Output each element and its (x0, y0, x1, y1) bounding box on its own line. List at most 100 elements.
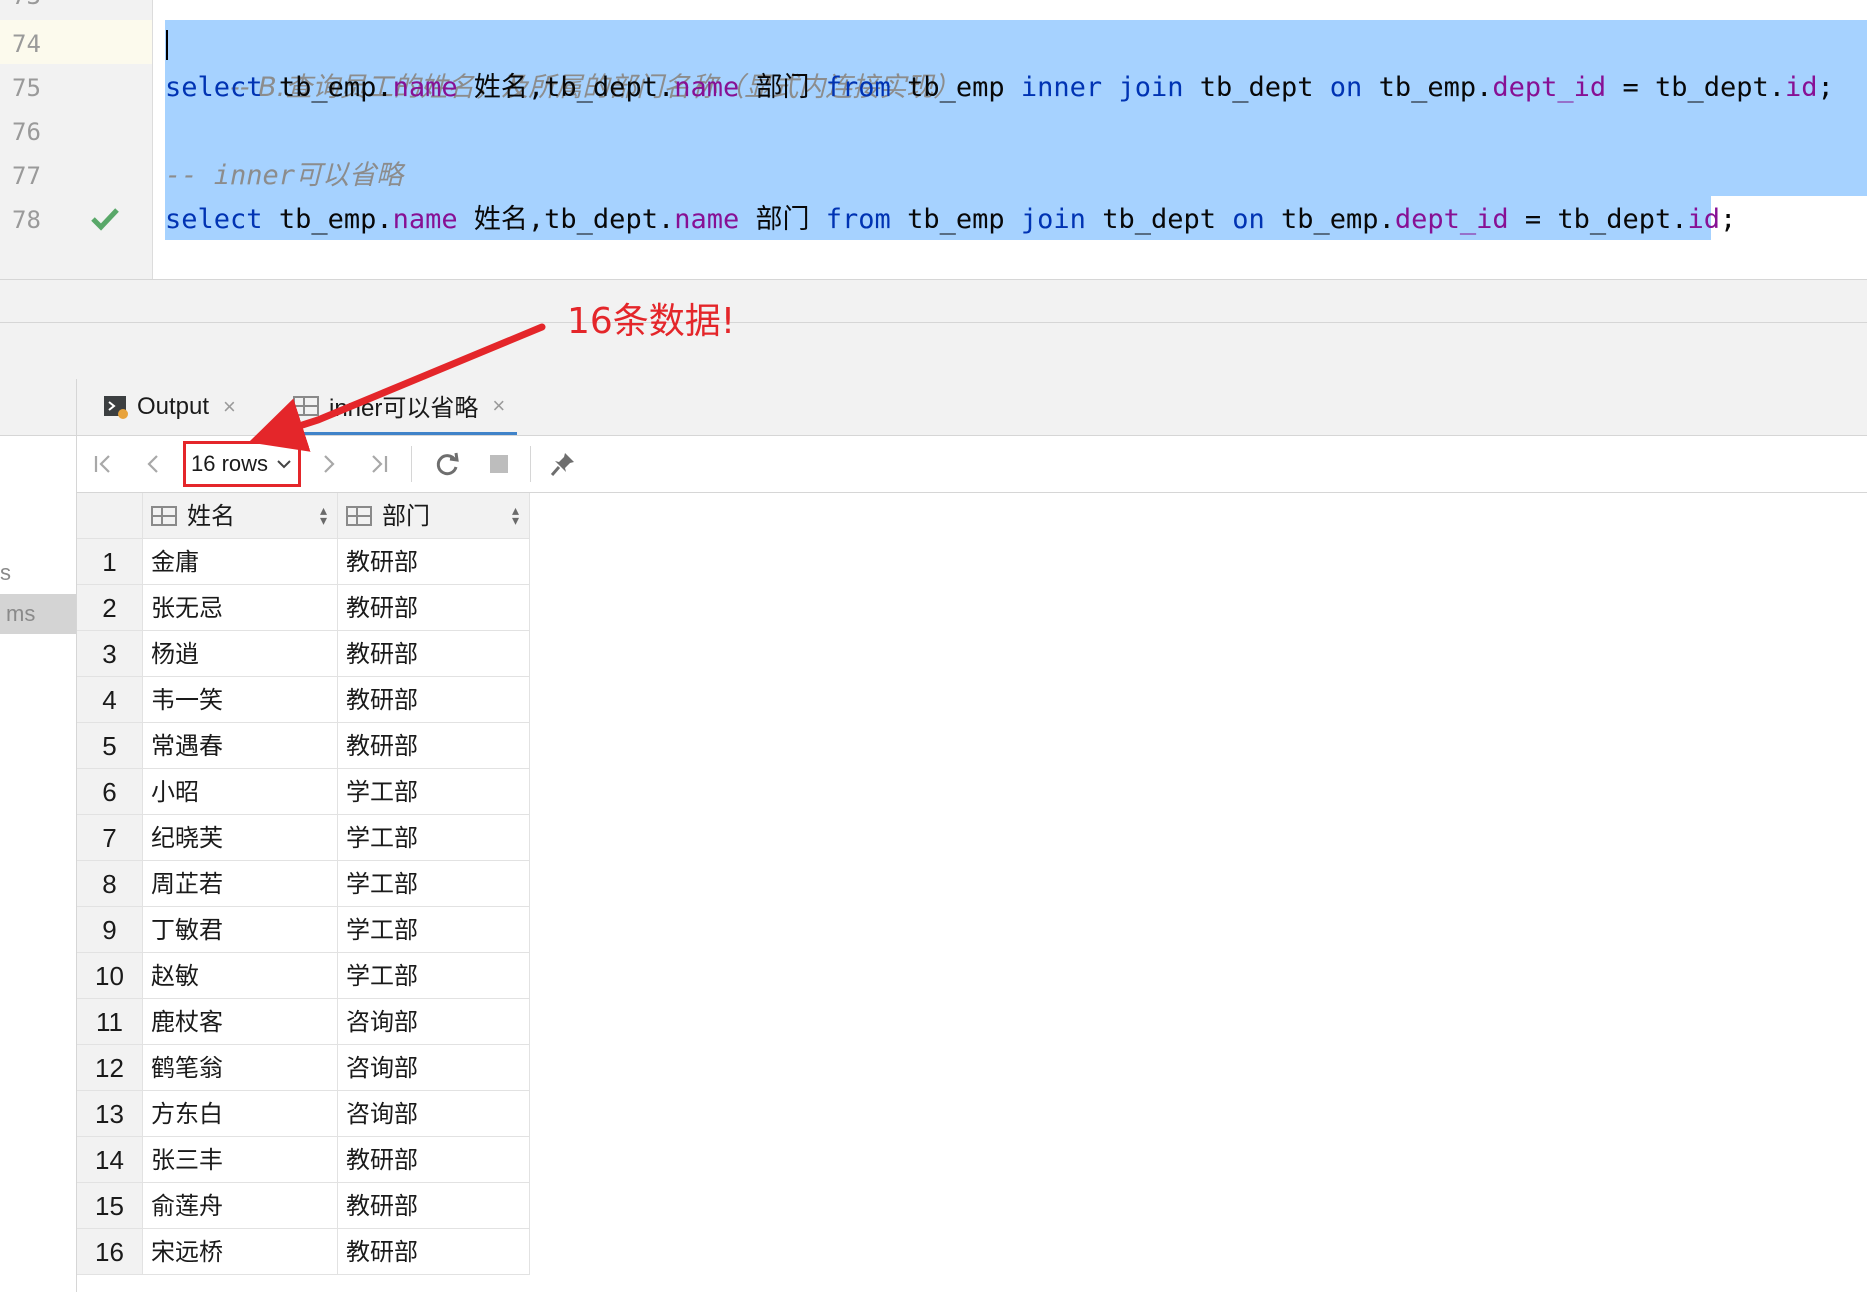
sort-icon[interactable]: ▴ ▾ (320, 504, 327, 528)
dept-cell[interactable]: 教研部 (338, 1137, 530, 1183)
name-cell[interactable]: 张三丰 (143, 1137, 338, 1183)
dept-cell[interactable]: 咨询部 (338, 999, 530, 1045)
next-page-button[interactable] (309, 436, 349, 492)
line-number: 76 (12, 118, 41, 146)
last-page-icon (372, 455, 388, 473)
sql-editor[interactable]: 73 74 75 76 77 78 -- B.查询员工的姓名，及所属的部门名称（… (0, 0, 1867, 279)
pin-icon (550, 453, 574, 476)
prev-page-button[interactable] (133, 436, 173, 492)
execution-success-check-icon (91, 208, 119, 231)
sql-token: tb_emp. (1378, 72, 1493, 103)
pin-tab-button[interactable] (543, 436, 583, 492)
splitter-line (0, 322, 1867, 323)
dept-cell[interactable]: 学工部 (338, 769, 530, 815)
dept-cell[interactable]: 教研部 (338, 631, 530, 677)
name-cell[interactable]: 纪晓芙 (143, 815, 338, 861)
name-cell[interactable]: 韦一笑 (143, 677, 338, 723)
first-page-icon (94, 455, 110, 473)
row-number-cell: 11 (77, 999, 143, 1045)
sql-token: ,tb_dept. (527, 204, 675, 235)
close-tab-icon[interactable]: × (492, 393, 505, 419)
row-number-cell: 12 (77, 1045, 143, 1091)
sql-table: tb_dept (1654, 72, 1769, 103)
sort-icon[interactable]: ▴ ▾ (512, 504, 519, 528)
row-number-cell: 3 (77, 631, 143, 677)
sql-field: id (1785, 72, 1818, 103)
gutter-divider (152, 0, 153, 279)
sql-keyword: join (1020, 204, 1086, 235)
column-header-dept[interactable]: 部门 ▴ ▾ (338, 493, 530, 539)
sql-keyword: select (165, 204, 263, 235)
name-cell[interactable]: 杨逍 (143, 631, 338, 677)
row-number-cell: 4 (77, 677, 143, 723)
dept-cell[interactable]: 教研部 (338, 1183, 530, 1229)
name-cell[interactable]: 方东白 (143, 1091, 338, 1137)
dept-cell[interactable]: 教研部 (338, 539, 530, 585)
sql-alias: 部门 (755, 72, 810, 103)
dept-cell[interactable]: 学工部 (338, 907, 530, 953)
sql-table: tb_emp (907, 72, 1005, 103)
row-number-cell: 8 (77, 861, 143, 907)
name-cell[interactable]: 周芷若 (143, 861, 338, 907)
name-cell[interactable]: 金庸 (143, 539, 338, 585)
row-number-cell: 9 (77, 907, 143, 953)
left-dock-selected-item[interactable]: ms (0, 594, 76, 634)
sql-token: tb_emp. (1281, 204, 1395, 235)
sql-field: name (392, 204, 458, 235)
sql-table: tb_dept (1557, 204, 1672, 235)
dept-cell[interactable]: 教研部 (338, 1229, 530, 1275)
name-cell[interactable]: 宋远桥 (143, 1229, 338, 1275)
dept-cell[interactable]: 学工部 (338, 861, 530, 907)
stop-icon (490, 455, 508, 473)
sql-token: tb_emp. (278, 72, 393, 103)
sql-token: tb_emp. (278, 204, 393, 235)
sql-field: dept_id (1492, 72, 1607, 103)
sql-keyword: on (1232, 204, 1265, 235)
column-header-name[interactable]: 姓名 ▴ ▾ (143, 493, 338, 539)
name-cell[interactable]: 小昭 (143, 769, 338, 815)
dept-cell[interactable]: 咨询部 (338, 1091, 530, 1137)
dept-cell[interactable]: 教研部 (338, 585, 530, 631)
refresh-button[interactable] (427, 436, 467, 492)
last-page-button[interactable] (359, 436, 399, 492)
name-cell[interactable]: 赵敏 (143, 953, 338, 999)
name-cell[interactable]: 丁敏君 (143, 907, 338, 953)
dept-cell[interactable]: 学工部 (338, 953, 530, 999)
dept-cell[interactable]: 教研部 (338, 677, 530, 723)
toolbar-separator (530, 446, 531, 482)
panel-splitter[interactable] (0, 279, 1867, 381)
sql-token: ; (1720, 204, 1737, 235)
name-cell[interactable]: 鹤笔翁 (143, 1045, 338, 1091)
left-tool-dock (0, 379, 77, 1292)
row-number-cell: 16 (77, 1229, 143, 1275)
code-line-74: -- B.查询员工的姓名，及所属的部门名称（显式内连接实现） (165, 22, 960, 103)
sql-token: ,tb_dept. (527, 72, 675, 103)
name-cell[interactable]: 鹿杖客 (143, 999, 338, 1045)
first-page-button[interactable] (83, 436, 123, 492)
stop-button[interactable] (479, 436, 519, 492)
sql-keyword: from (825, 72, 891, 103)
row-number-cell: 13 (77, 1091, 143, 1137)
dept-cell[interactable]: 学工部 (338, 815, 530, 861)
name-cell[interactable]: 俞莲舟 (143, 1183, 338, 1229)
sql-alias: 姓名 (473, 204, 528, 235)
name-cell[interactable]: 常遇春 (143, 723, 338, 769)
sql-operator: = (1622, 72, 1639, 103)
name-cell[interactable]: 张无忌 (143, 585, 338, 631)
row-number-cell: 14 (77, 1137, 143, 1183)
sql-alias: 部门 (755, 204, 810, 235)
tab-query-result[interactable]: inner可以省略 × (293, 379, 518, 435)
sql-keyword: select (165, 72, 263, 103)
close-tab-icon[interactable]: × (223, 394, 236, 420)
tab-output[interactable]: Output × (103, 379, 236, 435)
annotation-highlight-box (183, 441, 301, 487)
line-number: 73 (12, 0, 62, 10)
dept-cell[interactable]: 教研部 (338, 723, 530, 769)
sql-field: name (674, 72, 740, 103)
sql-field: name (674, 204, 740, 235)
column-icon (151, 505, 177, 526)
dept-cell[interactable]: 咨询部 (338, 1045, 530, 1091)
sql-field: id (1687, 204, 1720, 235)
tab-label: inner可以省略 (329, 395, 479, 422)
row-number-cell: 15 (77, 1183, 143, 1229)
